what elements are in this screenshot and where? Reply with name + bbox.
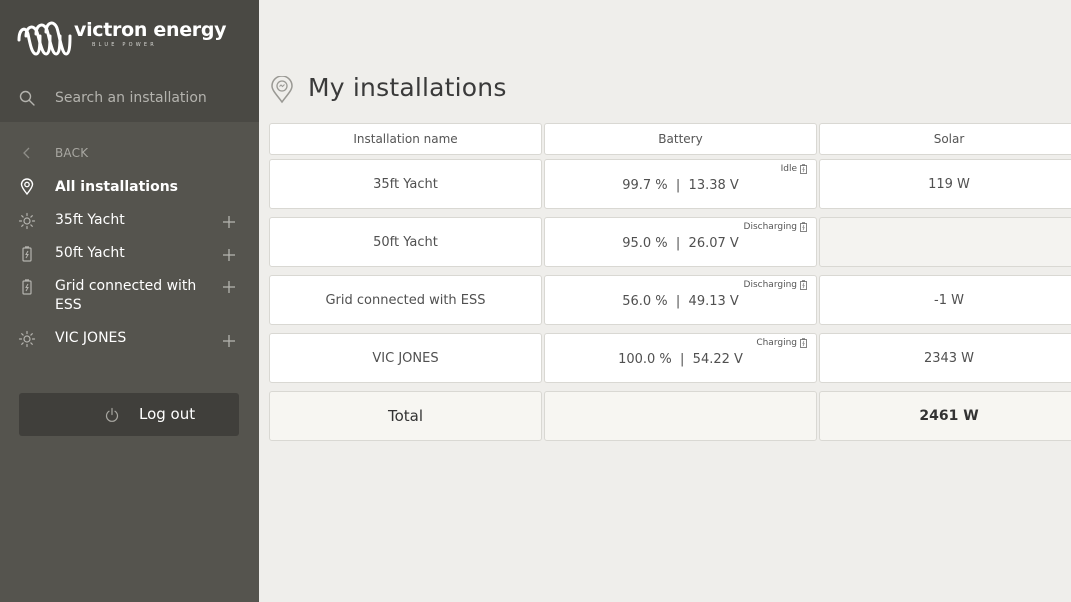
battery-state-label: Charging <box>756 338 797 348</box>
battery-value: 56.0 % | 49.13 V <box>622 293 739 309</box>
solar-cell[interactable]: 2343 W <box>819 333 1071 383</box>
battery-value: 95.0 % | 26.07 V <box>622 235 739 251</box>
total-label-cell: Total <box>269 391 542 441</box>
column-header-installation-name[interactable]: Installation name <box>269 123 542 155</box>
installation-name-cell[interactable]: 35ft Yacht <box>269 159 542 209</box>
sidebar-item-label: 50ft Yacht <box>55 245 125 261</box>
total-solar-cell: 2461 W <box>819 391 1071 441</box>
battery-cell[interactable]: Discharging 95.0 % | 26.07 V <box>544 217 817 267</box>
sidebar-item-label: Grid connected with ESS <box>55 278 197 313</box>
search-bar <box>0 73 259 122</box>
battery-value: 99.7 % | 13.38 V <box>622 177 739 193</box>
solar-cell[interactable]: 119 W <box>819 159 1071 209</box>
sidebar-item-50ft-yacht[interactable]: 50ft Yacht <box>0 243 259 265</box>
plus-icon[interactable] <box>221 279 237 295</box>
page-title: My installations <box>308 73 507 102</box>
battery-state: Charging <box>756 338 807 348</box>
battery-state-label: Idle <box>780 164 797 174</box>
total-battery-cell <box>544 391 817 441</box>
search-icon <box>19 90 35 106</box>
chevron-left-icon <box>23 147 30 159</box>
sidebar: victron energy BLUE POWER BACK All insta… <box>0 0 259 602</box>
location-pin-icon <box>271 76 293 104</box>
column-header-solar[interactable]: Solar <box>819 123 1071 155</box>
installation-name-cell[interactable]: Grid connected with ESS <box>269 275 542 325</box>
brand-tagline: BLUE POWER <box>92 42 157 48</box>
plus-icon[interactable] <box>221 333 237 349</box>
sidebar-item-vic-jones[interactable]: VIC JONES <box>0 328 259 350</box>
solar-cell[interactable] <box>819 217 1071 267</box>
main-content: My installations Installation name Batte… <box>259 0 1071 602</box>
battery-icon <box>22 246 32 262</box>
sidebar-item-label: VIC JONES <box>55 330 127 346</box>
battery-icon <box>800 280 807 290</box>
back-button[interactable]: BACK <box>0 142 259 164</box>
back-label: BACK <box>55 146 89 160</box>
battery-icon <box>22 279 32 295</box>
search-input[interactable] <box>55 87 245 109</box>
battery-icon <box>800 222 807 232</box>
sidebar-item-grid-connected-with-ess[interactable]: Grid connected with ESS <box>0 276 259 316</box>
location-pin-icon <box>20 178 34 196</box>
battery-state-label: Discharging <box>743 280 797 290</box>
sun-icon <box>18 212 36 230</box>
brand-name: victron energy <box>74 19 227 41</box>
battery-state-label: Discharging <box>743 222 797 232</box>
sidebar-item-35ft-yacht[interactable]: 35ft Yacht <box>0 210 259 232</box>
sun-icon <box>18 330 36 348</box>
battery-icon <box>800 338 807 348</box>
battery-cell[interactable]: Charging 100.0 % | 54.22 V <box>544 333 817 383</box>
plus-icon[interactable] <box>221 247 237 263</box>
sidebar-item-all-installations[interactable]: All installations <box>0 177 259 199</box>
victron-logo[interactable]: victron energy BLUE POWER <box>16 18 227 58</box>
sidebar-item-label: All installations <box>55 179 178 195</box>
installation-nav: BACK All installations 35ft Yacht 50ft Y… <box>0 122 259 602</box>
victron-wave-logo-icon <box>17 21 72 56</box>
column-header-battery[interactable]: Battery <box>544 123 817 155</box>
battery-cell[interactable]: Discharging 56.0 % | 49.13 V <box>544 275 817 325</box>
battery-value: 100.0 % | 54.22 V <box>618 351 743 367</box>
logout-label: Log out <box>139 405 196 423</box>
battery-cell[interactable]: Idle 99.7 % | 13.38 V <box>544 159 817 209</box>
installation-name-cell[interactable]: VIC JONES <box>269 333 542 383</box>
plus-icon[interactable] <box>221 214 237 230</box>
battery-state: Discharging <box>744 222 807 232</box>
installation-name-cell[interactable]: 50ft Yacht <box>269 217 542 267</box>
sidebar-item-label: 35ft Yacht <box>55 212 125 228</box>
logout-button[interactable]: Log out <box>19 393 239 436</box>
power-icon <box>105 407 119 422</box>
battery-state: Idle <box>781 164 807 174</box>
battery-icon <box>800 164 807 174</box>
battery-state: Discharging <box>744 280 807 290</box>
solar-cell[interactable]: -1 W <box>819 275 1071 325</box>
